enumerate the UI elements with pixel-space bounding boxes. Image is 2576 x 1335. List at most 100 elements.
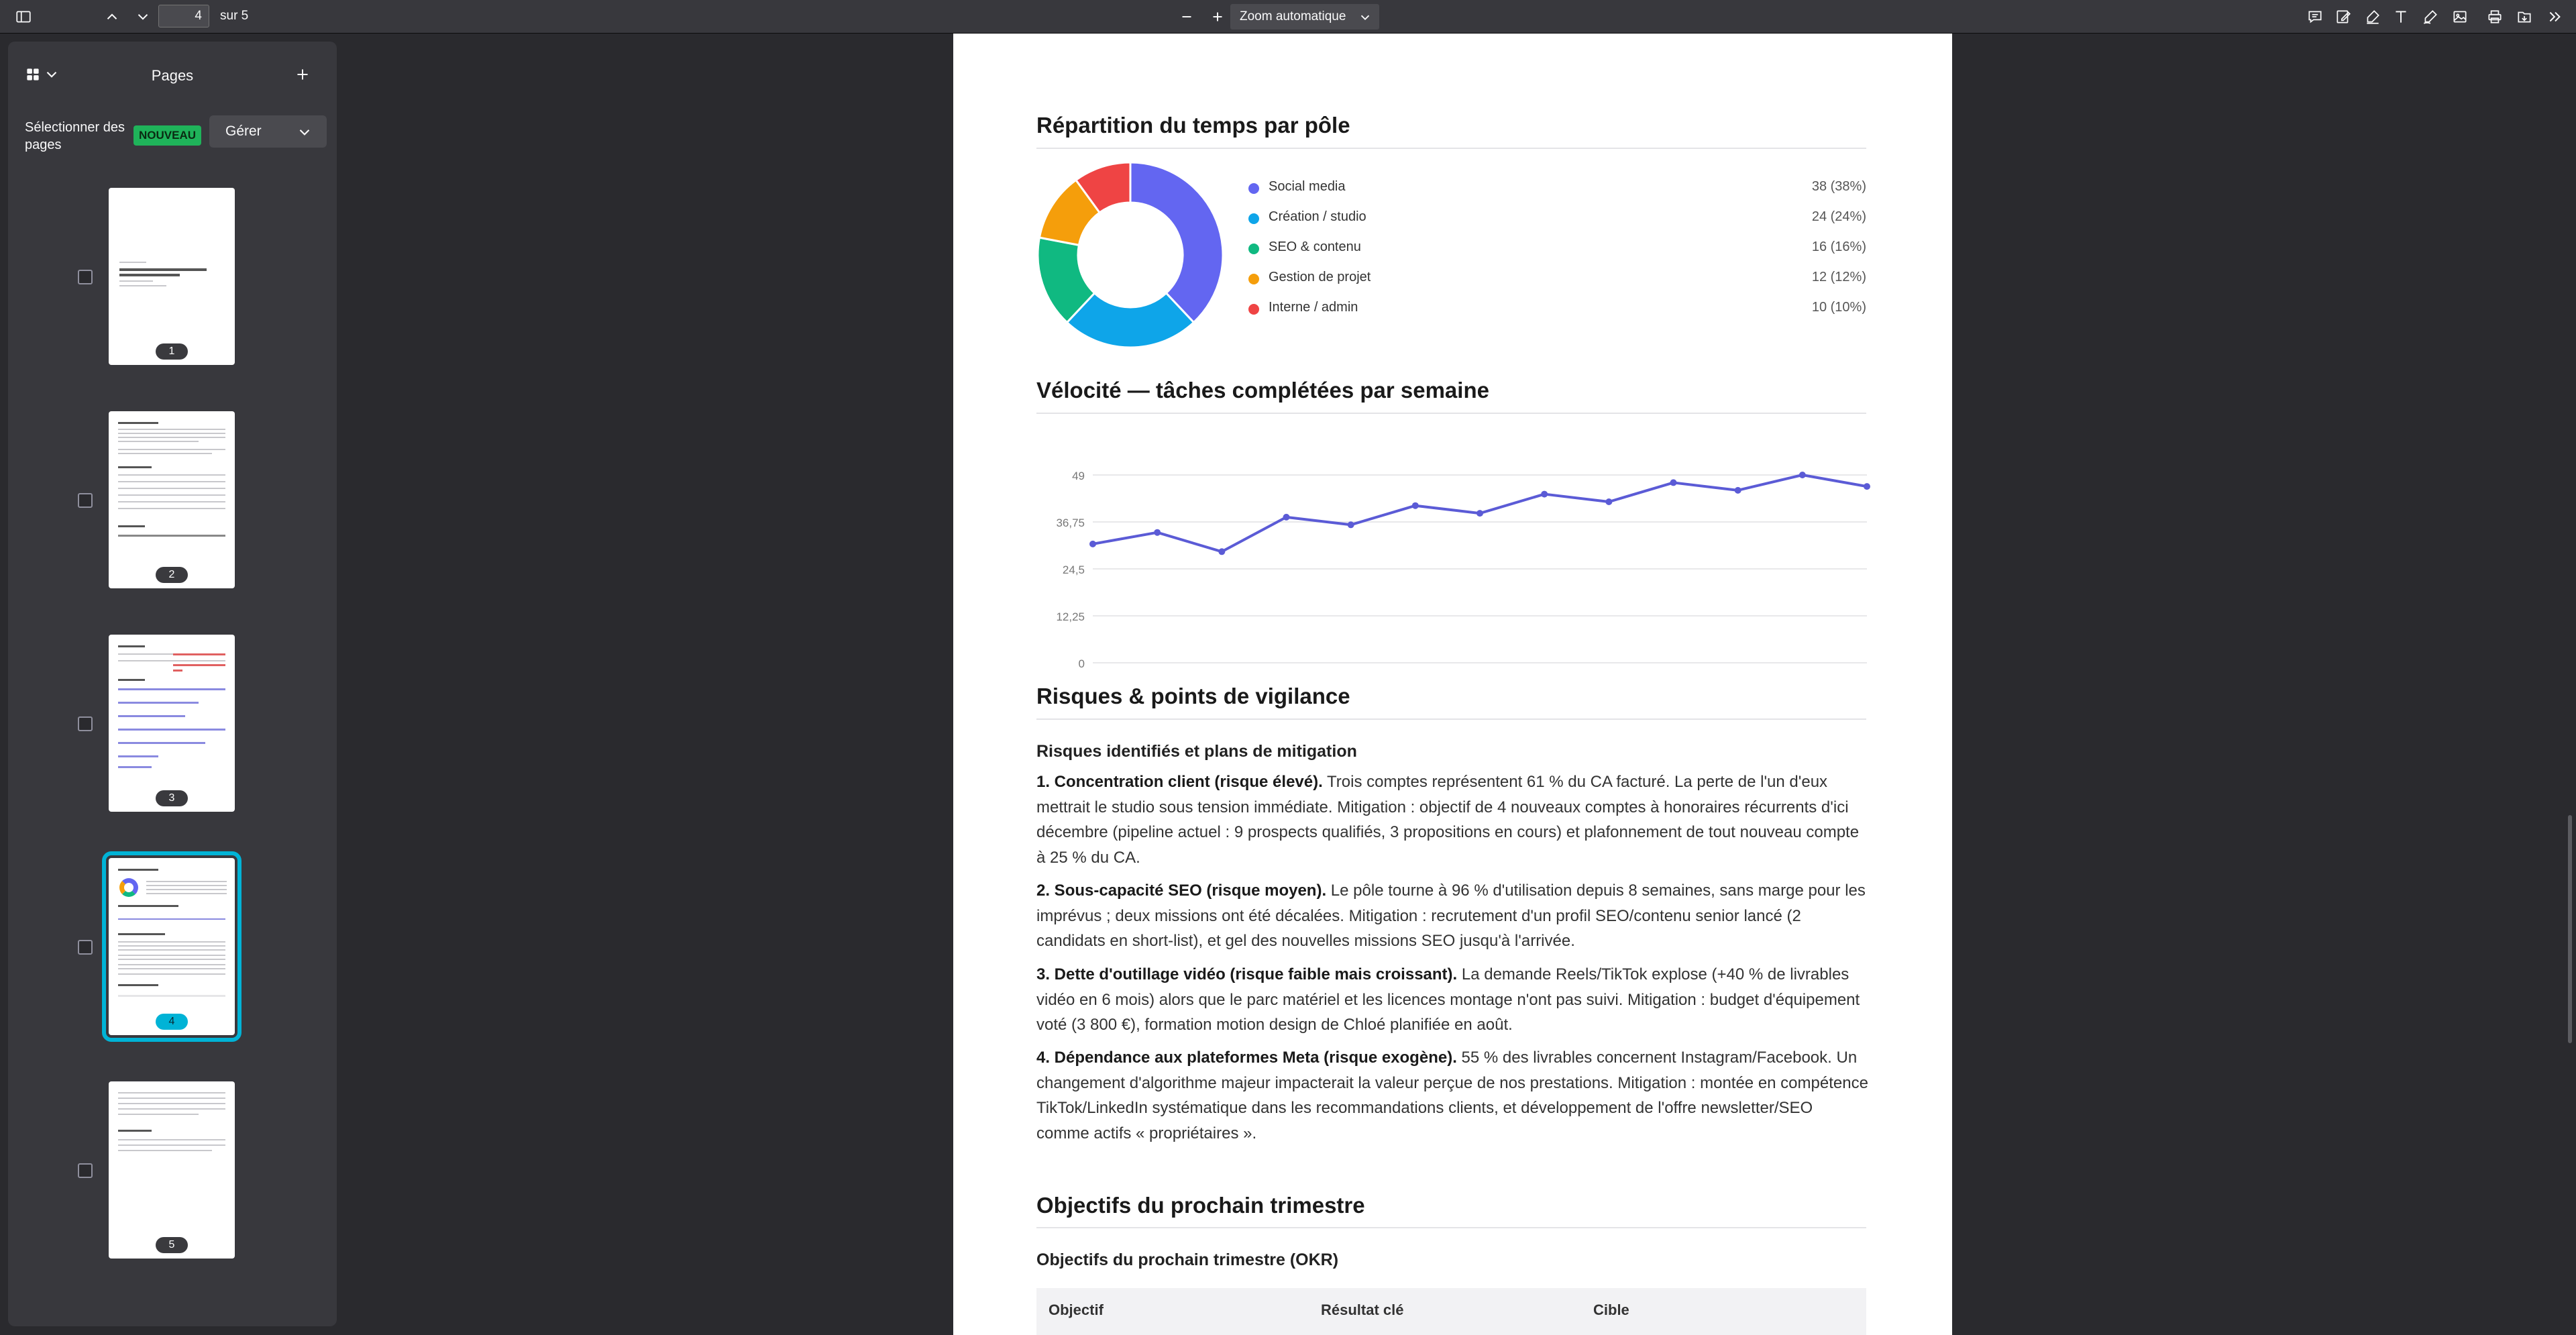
donut-slice xyxy=(1129,161,1224,324)
data-point xyxy=(1154,529,1161,536)
risk-paragraph-2: 2. Sous-capacité SEO (risque moyen). Le … xyxy=(1036,878,1868,954)
legend-value: 10 (10%) xyxy=(1811,300,1866,315)
y-tick-label: 36,75 xyxy=(1056,517,1085,529)
page-1-checkbox[interactable] xyxy=(78,270,93,284)
draw-icon[interactable] xyxy=(2418,4,2443,30)
legend-label: SEO & contenu xyxy=(1269,239,1361,254)
risk-title: 2. Sous-capacité SEO (risque moyen). xyxy=(1036,882,1327,900)
okr-column-header: Cible xyxy=(1593,1301,1629,1318)
comment-icon[interactable] xyxy=(2302,4,2328,30)
page-count-label: sur 5 xyxy=(220,9,249,23)
y-tick-label: 24,5 xyxy=(1063,564,1085,576)
zoom-select[interactable]: Zoom automatique xyxy=(1230,4,1379,30)
page-2-checkbox[interactable] xyxy=(78,493,93,508)
legend-value: 38 (38%) xyxy=(1811,179,1866,194)
legend-label: Création / studio xyxy=(1269,209,1366,224)
chevron-down-icon xyxy=(296,117,313,158)
risk-paragraph-1: 1. Concentration client (risque élevé). … xyxy=(1036,769,1868,870)
zoom-select-value: Zoom automatique xyxy=(1240,9,1346,23)
thumbnail-row-3: 3 xyxy=(8,635,337,816)
page-5-checkbox[interactable] xyxy=(78,1163,93,1178)
pdf-toolbar: 4 sur 5 Zoom automatique xyxy=(0,0,2576,34)
print-icon[interactable] xyxy=(2482,4,2508,30)
legend-value: 16 (16%) xyxy=(1811,239,1866,254)
okr-table-header: Objectif Résultat clé Cible xyxy=(1036,1288,1866,1335)
section-title-risks: Risques & points de vigilance xyxy=(1036,684,1350,708)
thumbnail-row-4: 4 xyxy=(8,851,337,1042)
legend-swatch xyxy=(1248,304,1259,315)
data-point xyxy=(1541,490,1548,498)
page-thumbnail-3[interactable]: 3 xyxy=(109,635,235,812)
data-point xyxy=(1799,472,1806,478)
page-number-badge: 3 xyxy=(156,790,188,806)
legend-item: Social media 38 (38%) xyxy=(1248,178,1866,198)
thumbnail-row-5: 5 xyxy=(8,1081,337,1263)
page-4-checkbox[interactable] xyxy=(78,940,93,955)
section-divider xyxy=(1036,718,1866,720)
signature-icon[interactable] xyxy=(2330,4,2356,30)
x-tick-label: S26 xyxy=(1857,670,1872,671)
zoom-out-icon[interactable] xyxy=(1174,4,1199,30)
section-title-time-distribution: Répartition du temps par pôle xyxy=(1036,113,1350,138)
page-number-badge: 1 xyxy=(156,343,188,360)
page-thumbnail-1[interactable]: 1 xyxy=(109,188,235,365)
y-tick-label: 49 xyxy=(1072,470,1085,482)
text-tool-icon[interactable] xyxy=(2388,4,2414,30)
x-tick-label: S22 xyxy=(1599,670,1619,671)
data-point xyxy=(1605,498,1613,505)
page-number-input[interactable]: 4 xyxy=(158,5,209,28)
risk-title: 1. Concentration client (risque élevé). xyxy=(1036,773,1323,791)
risk-title: 3. Dette d'outillage vidéo (risque faibl… xyxy=(1036,965,1458,983)
page-thumbnail-5[interactable]: 5 xyxy=(109,1081,235,1259)
x-tick-label: S14 xyxy=(1083,670,1103,671)
legend-swatch xyxy=(1248,244,1259,254)
highlight-icon[interactable] xyxy=(2360,4,2385,30)
page-thumbnail-2[interactable]: 2 xyxy=(109,411,235,588)
x-tick-label: S18 xyxy=(1341,670,1361,671)
y-tick-label: 0 xyxy=(1079,657,1085,670)
save-icon[interactable] xyxy=(2512,4,2537,30)
legend-swatch xyxy=(1248,213,1259,224)
okr-column-header: Objectif xyxy=(1049,1301,1104,1318)
legend-item: Création / studio 24 (24%) xyxy=(1248,208,1866,228)
section-divider xyxy=(1036,413,1866,414)
page-3-checkbox[interactable] xyxy=(78,716,93,731)
next-page-icon[interactable] xyxy=(130,4,156,30)
more-tools-icon[interactable] xyxy=(2542,4,2568,30)
y-tick-label: 12,25 xyxy=(1056,610,1085,623)
manage-label: Gérer xyxy=(225,123,262,139)
x-tick-label: S24 xyxy=(1728,670,1748,671)
data-point xyxy=(1670,479,1677,486)
velocity-line-chart: 0 12,25 24,5 36,75 49 S14 S16 S18 S20 S22 S24 S26 xyxy=(1056,470,1872,671)
image-icon[interactable] xyxy=(2447,4,2473,30)
okr-column-header: Résultat clé xyxy=(1321,1301,1404,1318)
data-point xyxy=(1347,521,1354,529)
add-page-icon[interactable] xyxy=(290,62,315,87)
risk-paragraph-4: 4. Dépendance aux plateformes Meta (risq… xyxy=(1036,1045,1868,1146)
manage-dropdown[interactable]: Gérer xyxy=(209,115,327,148)
x-tick-label: S20 xyxy=(1470,670,1490,671)
legend-label: Gestion de projet xyxy=(1269,270,1371,284)
data-point xyxy=(1218,548,1226,555)
data-point xyxy=(1283,513,1290,521)
legend-swatch xyxy=(1248,183,1259,194)
risks-subtitle: Risques identifiés et plans de mitigatio… xyxy=(1036,742,1357,761)
previous-page-icon[interactable] xyxy=(99,4,125,30)
data-point xyxy=(1477,510,1483,517)
vertical-scrollbar[interactable] xyxy=(2568,815,2572,1043)
page-number-badge: 4 xyxy=(156,1014,188,1030)
legend-item: Gestion de projet 12 (12%) xyxy=(1248,268,1866,288)
data-point xyxy=(1864,483,1870,490)
zoom-in-icon[interactable] xyxy=(1205,4,1230,30)
page-thumbnail-4[interactable]: 4 xyxy=(102,851,241,1042)
legend-value: 24 (24%) xyxy=(1811,209,1866,224)
risk-paragraph-3: 3. Dette d'outillage vidéo (risque faibl… xyxy=(1036,962,1868,1038)
risk-title: 4. Dépendance aux plateformes Meta (risq… xyxy=(1036,1049,1457,1067)
legend-swatch xyxy=(1248,274,1259,284)
legend-label: Interne / admin xyxy=(1269,300,1358,315)
legend-item: SEO & contenu 16 (16%) xyxy=(1248,238,1866,258)
data-point xyxy=(1089,540,1096,547)
sidebar-toggle-icon[interactable] xyxy=(11,4,36,30)
section-divider xyxy=(1036,148,1866,149)
section-title-velocity: Vélocité — tâches complétées par semaine xyxy=(1036,378,1489,403)
